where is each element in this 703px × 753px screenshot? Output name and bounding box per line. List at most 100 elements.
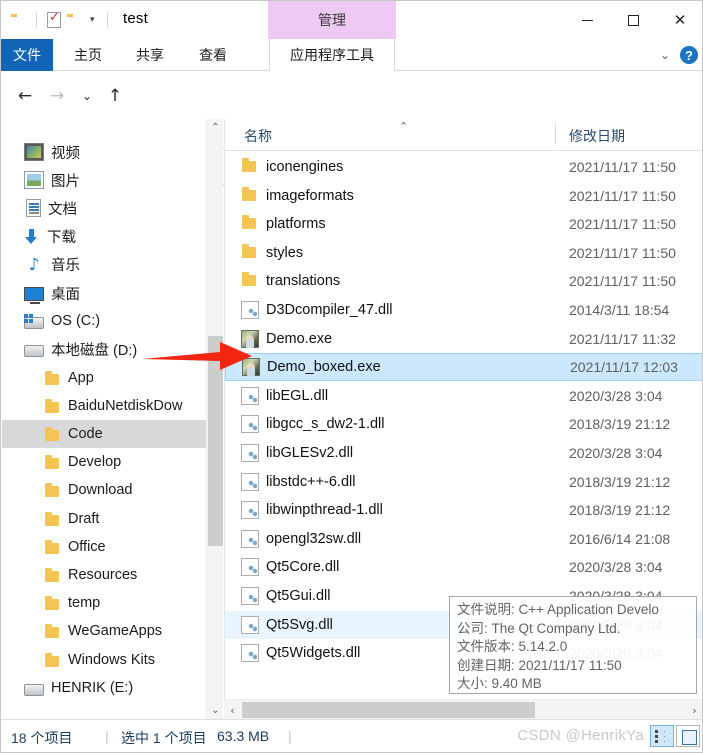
folder-icon bbox=[44, 370, 61, 385]
folder-icon bbox=[44, 539, 61, 554]
file-name: translations bbox=[266, 273, 341, 290]
scroll-left-icon[interactable]: ‹ bbox=[224, 700, 241, 720]
sidebar-scrollbar[interactable]: ⌃ ⌄ bbox=[206, 119, 223, 719]
table-row[interactable]: libGLESv2.dll 2020/3/28 3:04 bbox=[225, 439, 702, 467]
sidebar-item-label: 本地磁盘 (D:) bbox=[51, 342, 138, 359]
downloads-icon bbox=[24, 228, 40, 246]
horizontal-scroll-thumb[interactable] bbox=[242, 702, 535, 718]
table-row[interactable]: libgcc_s_dw2-1.dll 2018/3/19 21:12 bbox=[225, 410, 702, 438]
table-row[interactable]: Demo.exe 2021/11/17 11:32 bbox=[225, 325, 702, 353]
table-row[interactable]: styles 2021/11/17 11:50 bbox=[225, 239, 702, 267]
help-icon[interactable]: ? bbox=[680, 46, 698, 64]
status-separator-1: | bbox=[105, 728, 109, 744]
sidebar-item-code[interactable]: Code bbox=[2, 420, 206, 448]
sidebar-item-[interactable]: ♪ 音乐 bbox=[2, 251, 206, 279]
tab-share[interactable]: 共享 bbox=[125, 39, 175, 71]
close-button[interactable]: ✕ bbox=[656, 1, 702, 39]
file-date-modified: 2018/3/19 21:12 bbox=[569, 502, 671, 519]
folder-icon bbox=[44, 483, 61, 498]
sidebar-item-label: 桌面 bbox=[51, 286, 80, 303]
table-row[interactable]: Qt5Core.dll 2020/3/28 3:04 bbox=[225, 553, 702, 581]
recent-locations-button[interactable]: ⌄ bbox=[75, 84, 99, 108]
table-row[interactable]: libwinpthread-1.dll 2018/3/19 21:12 bbox=[225, 496, 702, 524]
expand-ribbon-chevron-icon[interactable]: ⌄ bbox=[660, 48, 670, 62]
tab-view[interactable]: 查看 bbox=[188, 39, 238, 71]
details-view-icon[interactable] bbox=[650, 725, 674, 747]
maximize-button[interactable] bbox=[610, 1, 656, 39]
sidebar-item-develop[interactable]: Develop bbox=[2, 448, 206, 476]
sidebar-item-[interactable]: 文档 bbox=[2, 194, 206, 222]
properties-checkbox-icon[interactable] bbox=[47, 10, 61, 28]
file-name: libwinpthread-1.dll bbox=[266, 502, 383, 519]
sidebar-item-label: 文档 bbox=[48, 201, 77, 218]
file-tooltip: 文件说明: C++ Application Develo 公司: The Qt C… bbox=[449, 596, 697, 694]
ribbon-tab-bar: 文件 主页 共享 查看 应用程序工具 ⌄ ? bbox=[1, 39, 702, 72]
minimize-button[interactable] bbox=[564, 1, 610, 39]
sidebar-item-draft[interactable]: Draft bbox=[2, 505, 206, 533]
desktop-icon bbox=[24, 287, 44, 304]
file-name: iconengines bbox=[266, 159, 344, 175]
table-row[interactable]: libEGL.dll 2020/3/28 3:04 bbox=[225, 382, 702, 410]
title-bar: ▾ test 管理 ✕ bbox=[1, 1, 702, 39]
sidebar-item-baidunetdiskdow[interactable]: BaiduNetdiskDow bbox=[2, 392, 206, 420]
table-row[interactable]: D3Dcompiler_47.dll 2014/3/11 18:54 bbox=[225, 296, 702, 324]
sidebar-item-download[interactable]: Download bbox=[2, 476, 206, 504]
table-row[interactable]: opengl32sw.dll 2016/6/14 21:08 bbox=[225, 525, 702, 553]
sidebar-item-label: App bbox=[68, 369, 94, 386]
sidebar-item-label: Resources bbox=[68, 567, 138, 583]
scroll-down-icon[interactable]: ⌄ bbox=[207, 702, 224, 719]
folder-icon bbox=[44, 624, 61, 639]
file-name: Demo.exe bbox=[266, 330, 333, 347]
sidebar-item-[interactable]: 图片 bbox=[2, 166, 206, 194]
forward-button[interactable]: → bbox=[45, 84, 69, 108]
up-button[interactable]: ↑ bbox=[103, 84, 127, 108]
folder-icon bbox=[241, 272, 259, 290]
dll-file-icon bbox=[241, 301, 259, 319]
dll-file-icon bbox=[241, 415, 259, 434]
file-name: Qt5Widgets.dll bbox=[266, 645, 361, 662]
file-explorer-window: ▾ test 管理 ✕ 文件 主页 共享 查看 应用程序工具 ⌄ ? ← → ⌄… bbox=[0, 0, 703, 753]
file-date-modified: 2021/11/17 12:03 bbox=[570, 359, 678, 376]
chevron-down-icon[interactable]: ▾ bbox=[88, 15, 97, 25]
table-row[interactable]: Demo_boxed.exe 2021/11/17 12:03 bbox=[225, 353, 702, 382]
new-folder-icon[interactable] bbox=[67, 13, 82, 27]
drive-icon bbox=[24, 683, 44, 696]
table-row[interactable]: iconengines 2021/11/17 11:50 bbox=[225, 153, 702, 181]
sidebar-item-wegameapps[interactable]: WeGameApps bbox=[2, 617, 206, 645]
table-row[interactable]: imageformats 2021/11/17 11:50 bbox=[225, 182, 702, 210]
file-name: imageformats bbox=[266, 187, 354, 204]
tab-home[interactable]: 主页 bbox=[63, 39, 113, 71]
table-row[interactable]: platforms 2021/11/17 11:50 bbox=[225, 210, 702, 238]
window-controls: ✕ bbox=[564, 1, 702, 39]
sidebar-item-windows-kits[interactable]: Windows Kits bbox=[2, 646, 206, 674]
sidebar-item-office[interactable]: Office bbox=[2, 533, 206, 561]
sidebar-item-temp[interactable]: temp bbox=[2, 589, 206, 617]
scroll-up-icon[interactable]: ⌃ bbox=[207, 119, 224, 136]
table-row[interactable]: libstdc++-6.dll 2018/3/19 21:12 bbox=[225, 468, 702, 496]
view-mode-buttons bbox=[650, 725, 700, 747]
sidebar-item-henrik-e[interactable]: HENRIK (E:) bbox=[2, 674, 206, 702]
back-button[interactable]: ← bbox=[13, 84, 37, 108]
table-row[interactable]: translations 2021/11/17 11:50 bbox=[225, 267, 702, 295]
sidebar-item-label: 视频 bbox=[51, 145, 80, 162]
file-name: libgcc_s_dw2-1.dll bbox=[266, 416, 385, 433]
sidebar-item-label: Draft bbox=[68, 510, 100, 527]
column-header-date[interactable]: 修改日期 bbox=[569, 126, 625, 146]
tooltip-line: 公司: The Qt Company Ltd. bbox=[457, 620, 621, 636]
column-header-name[interactable]: 名称 bbox=[244, 126, 272, 146]
sidebar-item-[interactable]: 视频 bbox=[2, 138, 206, 166]
folder-icon bbox=[241, 158, 259, 176]
folder-icon[interactable] bbox=[11, 13, 26, 27]
sidebar-item-os-c[interactable]: OS (C:) bbox=[2, 307, 206, 335]
watermark-text: CSDN @HenrikYa bbox=[517, 727, 644, 744]
file-name: libEGL.dll bbox=[266, 387, 329, 404]
sidebar-item-[interactable]: 下载 bbox=[2, 223, 206, 251]
large-icons-view-icon[interactable] bbox=[676, 725, 700, 747]
sidebar-item-resources[interactable]: Resources bbox=[2, 561, 206, 589]
scroll-right-icon[interactable]: › bbox=[686, 700, 702, 720]
file-list-horizontal-scrollbar[interactable]: ‹ › bbox=[224, 699, 702, 720]
tab-file[interactable]: 文件 bbox=[1, 39, 53, 71]
column-divider[interactable] bbox=[555, 123, 556, 145]
sidebar-item-[interactable]: 桌面 bbox=[2, 279, 206, 307]
tab-application-tools[interactable]: 应用程序工具 bbox=[269, 39, 395, 72]
